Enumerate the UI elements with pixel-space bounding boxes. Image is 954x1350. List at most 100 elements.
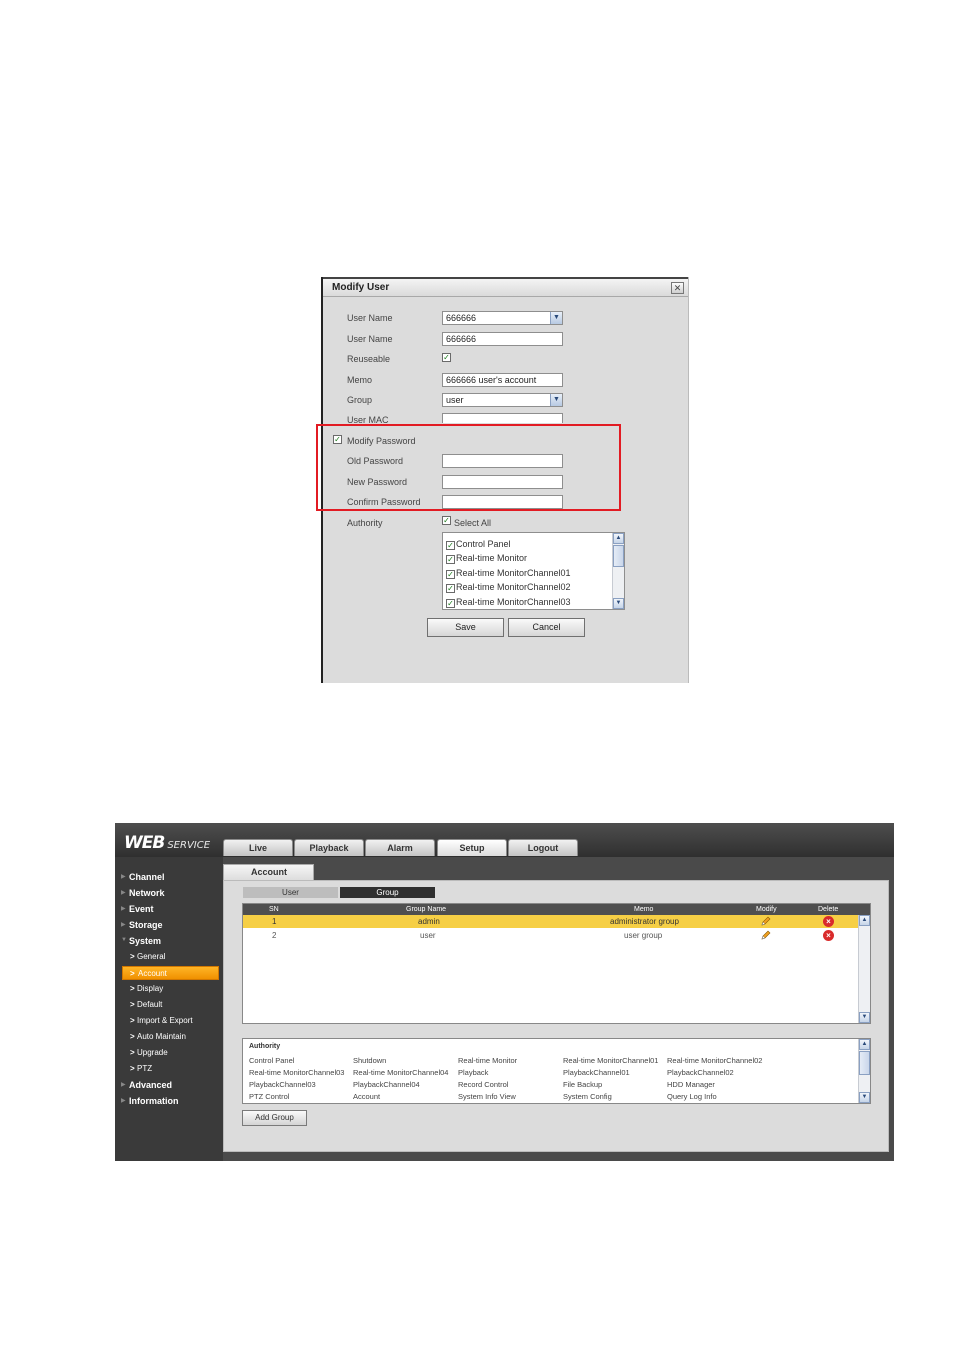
authority-scrollbar[interactable]: ▲ ▼ [612, 533, 624, 609]
sidebar-subitem-label: Default [137, 1000, 163, 1009]
group-authority-box: Authority Control Panel Shutdown Real-ti… [242, 1038, 871, 1104]
scroll-down-icon[interactable]: ▼ [613, 598, 624, 609]
expand-arrow-icon: ▶ [121, 1098, 126, 1104]
modify-user-dialog: Modify User ✕ User Name 666666 ▼ User Na… [321, 277, 689, 683]
authority-cell: Real-time Monitor [458, 1056, 518, 1065]
sidebar-subitem-label: General [137, 952, 166, 961]
old-password-field[interactable] [442, 454, 563, 468]
delete-icon[interactable]: × [823, 930, 834, 941]
sidebar-subitem-label: PTZ [137, 1064, 153, 1073]
sidebar-item-advanced[interactable]: ▶ Advanced [121, 1080, 172, 1090]
tab-setup[interactable]: Setup [437, 839, 507, 856]
authority-cell: Real-time MonitorChannel03 [249, 1068, 345, 1077]
add-group-button[interactable]: Add Group [242, 1110, 307, 1126]
tab-alarm[interactable]: Alarm [365, 839, 435, 856]
authority-scrollbar[interactable]: ▲ ▼ [858, 1039, 870, 1103]
username-field-label: User Name [347, 334, 393, 344]
authority-cell: System Info View [458, 1092, 516, 1101]
content-area: Account User Group SN Group Name Memo Mo… [223, 857, 894, 1161]
authority-item[interactable]: ✓ Real-time MonitorChannel01 [446, 568, 571, 579]
sidebar-subitem-import-export[interactable]: > Import & Export [129, 1014, 219, 1028]
reuseable-checkbox[interactable]: ✓ [442, 353, 451, 362]
select-all-checkbox[interactable]: ✓ [442, 516, 451, 525]
sidebar-item-channel[interactable]: ▶ Channel [121, 872, 165, 882]
username-select[interactable]: 666666 ▼ [442, 311, 563, 325]
sidebar-subitem-auto-maintain[interactable]: > Auto Maintain [129, 1030, 219, 1044]
sidebar-item-label: System [129, 936, 162, 946]
chevron-down-icon[interactable]: ▼ [550, 394, 562, 406]
scroll-up-icon[interactable]: ▲ [859, 1039, 870, 1050]
scroll-up-icon[interactable]: ▲ [613, 533, 624, 544]
sidebar-item-storage[interactable]: ▶ Storage [121, 920, 163, 930]
user-mac-field[interactable] [442, 413, 563, 423]
authority-item-checkbox[interactable]: ✓ [446, 541, 455, 550]
scroll-up-icon[interactable]: ▲ [859, 915, 870, 926]
username-field[interactable]: 666666 [442, 332, 563, 346]
new-password-label: New Password [347, 477, 408, 487]
sidebar-subitem-label: Auto Maintain [137, 1032, 186, 1041]
sidebar-subitem-ptz[interactable]: > PTZ [129, 1062, 219, 1076]
confirm-password-field[interactable] [442, 495, 563, 509]
subtab-group[interactable]: Group [340, 887, 435, 898]
sidebar-item-information[interactable]: ▶ Information [121, 1096, 179, 1106]
authority-item[interactable]: ✓ Real-time MonitorChannel02 [446, 582, 571, 593]
row-memo: user group [624, 931, 663, 940]
chevron-down-icon[interactable]: ▼ [550, 312, 562, 324]
confirm-password-label: Confirm Password [347, 497, 421, 507]
authority-item-checkbox[interactable]: ✓ [446, 584, 455, 593]
sidebar-subitem-display[interactable]: > Display [129, 982, 219, 996]
authority-cell: PlaybackChannel04 [353, 1080, 420, 1089]
pencil-icon[interactable] [761, 930, 771, 940]
tab-logout[interactable]: Logout [508, 839, 578, 856]
table-scrollbar[interactable]: ▲ ▼ [858, 915, 870, 1023]
subtab-user[interactable]: User [243, 887, 338, 898]
memo-field[interactable]: 666666 user's account [442, 373, 563, 387]
modify-password-checkbox[interactable]: ✓ [333, 435, 342, 444]
authority-item-label: Real-time MonitorChannel01 [456, 568, 571, 578]
pencil-icon[interactable] [761, 916, 771, 926]
authority-cell: Real-time MonitorChannel04 [353, 1068, 449, 1077]
sidebar-item-network[interactable]: ▶ Network [121, 888, 165, 898]
authority-cell: Real-time MonitorChannel01 [563, 1056, 659, 1065]
group-select[interactable]: user ▼ [442, 393, 563, 407]
new-password-field[interactable] [442, 475, 563, 489]
chevron-right-icon: > [130, 1016, 135, 1025]
scroll-down-icon[interactable]: ▼ [859, 1092, 870, 1103]
sidebar-subitem-upgrade[interactable]: > Upgrade [129, 1046, 219, 1060]
row-group-name: admin [418, 917, 440, 926]
sidebar-item-event[interactable]: ▶ Event [121, 904, 154, 914]
column-header-modify: Modify [756, 906, 777, 913]
sidebar-item-system[interactable]: ▼ System [121, 936, 162, 946]
authority-item[interactable]: ✓ Control Panel [446, 539, 511, 550]
authority-cell: PlaybackChannel01 [563, 1068, 630, 1077]
authority-cell: Control Panel [249, 1056, 295, 1065]
cancel-button[interactable]: Cancel [508, 618, 585, 637]
sidebar-subitem-default[interactable]: > Default [129, 998, 219, 1012]
scroll-down-icon[interactable]: ▼ [859, 1012, 870, 1023]
authority-item[interactable]: ✓ Real-time MonitorChannel03 [446, 597, 571, 608]
table-row[interactable]: 2 user user group × [243, 929, 860, 942]
authority-item-checkbox[interactable]: ✓ [446, 599, 455, 608]
group-table: SN Group Name Memo Modify Delete 1 admin… [242, 903, 871, 1024]
authority-cell: System Config [563, 1092, 612, 1101]
close-icon[interactable]: ✕ [671, 282, 684, 294]
sidebar-item-label: Channel [129, 872, 165, 882]
authority-item-label: Real-time MonitorChannel03 [456, 597, 571, 607]
scroll-thumb[interactable] [859, 1051, 870, 1075]
authority-item[interactable]: ✓ Real-time Monitor [446, 553, 527, 564]
authority-list[interactable]: ✓ Control Panel ✓ Real-time Monitor ✓ Real-… [442, 532, 625, 610]
scroll-thumb[interactable] [613, 545, 624, 567]
tab-playback[interactable]: Playback [294, 839, 364, 856]
save-button[interactable]: Save [427, 618, 504, 637]
sidebar-subitem-account[interactable]: > Account [122, 966, 219, 980]
tab-account[interactable]: Account [223, 864, 314, 880]
chevron-right-icon: > [130, 952, 135, 961]
authority-item-checkbox[interactable]: ✓ [446, 555, 455, 564]
delete-icon[interactable]: × [823, 916, 834, 927]
authority-item-checkbox[interactable]: ✓ [446, 570, 455, 579]
authority-cell: PlaybackChannel03 [249, 1080, 316, 1089]
row-memo: administrator group [610, 917, 679, 926]
tab-live[interactable]: Live [223, 839, 293, 856]
sidebar-subitem-general[interactable]: > General [129, 950, 219, 964]
table-row[interactable]: 1 admin administrator group × [243, 915, 860, 928]
